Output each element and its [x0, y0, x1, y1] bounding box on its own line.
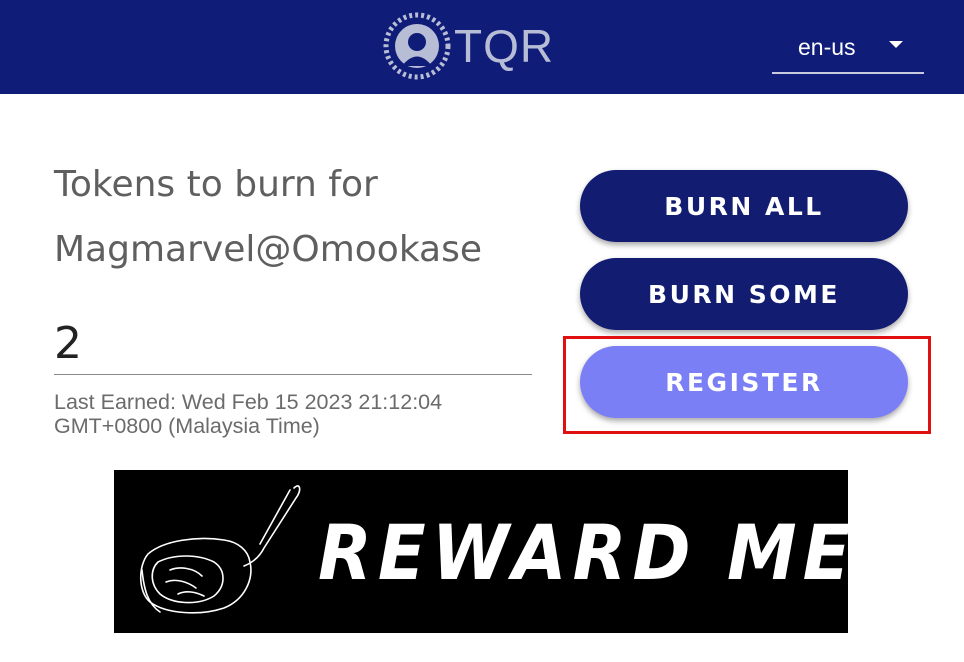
burn-all-button[interactable]: BURN ALL: [580, 170, 908, 242]
title-line-1: Tokens to burn for: [54, 164, 378, 205]
brand-name: TQR: [454, 20, 555, 72]
title-line-2: Magmarvel@Omookase: [54, 229, 482, 270]
tqr-logo-icon: [383, 12, 451, 80]
burn-some-button[interactable]: BURN SOME: [580, 258, 908, 330]
reward-menu-title: REWARD MENU: [318, 508, 848, 598]
brand-logo[interactable]: TQR: [382, 10, 554, 82]
last-earned-line-1: Last Earned: Wed Feb 15 2023 21:12:04: [54, 390, 443, 414]
last-earned-text: Last Earned: Wed Feb 15 2023 21:12:04 GM…: [54, 390, 524, 438]
token-count-field: 2: [54, 316, 532, 375]
top-app-bar: TQR en-us: [0, 0, 964, 94]
chevron-down-icon: [889, 41, 903, 48]
language-select[interactable]: en-us: [772, 28, 924, 74]
reward-menu-banner[interactable]: REWARD MENU: [114, 470, 848, 633]
register-button[interactable]: REGISTER: [580, 346, 908, 418]
token-count: 2: [54, 318, 82, 369]
last-earned-line-2: GMT+0800 (Malaysia Time): [54, 414, 320, 438]
page-title: Tokens to burn for Magmarvel@Omookase: [54, 152, 554, 282]
language-value: en-us: [798, 34, 856, 60]
